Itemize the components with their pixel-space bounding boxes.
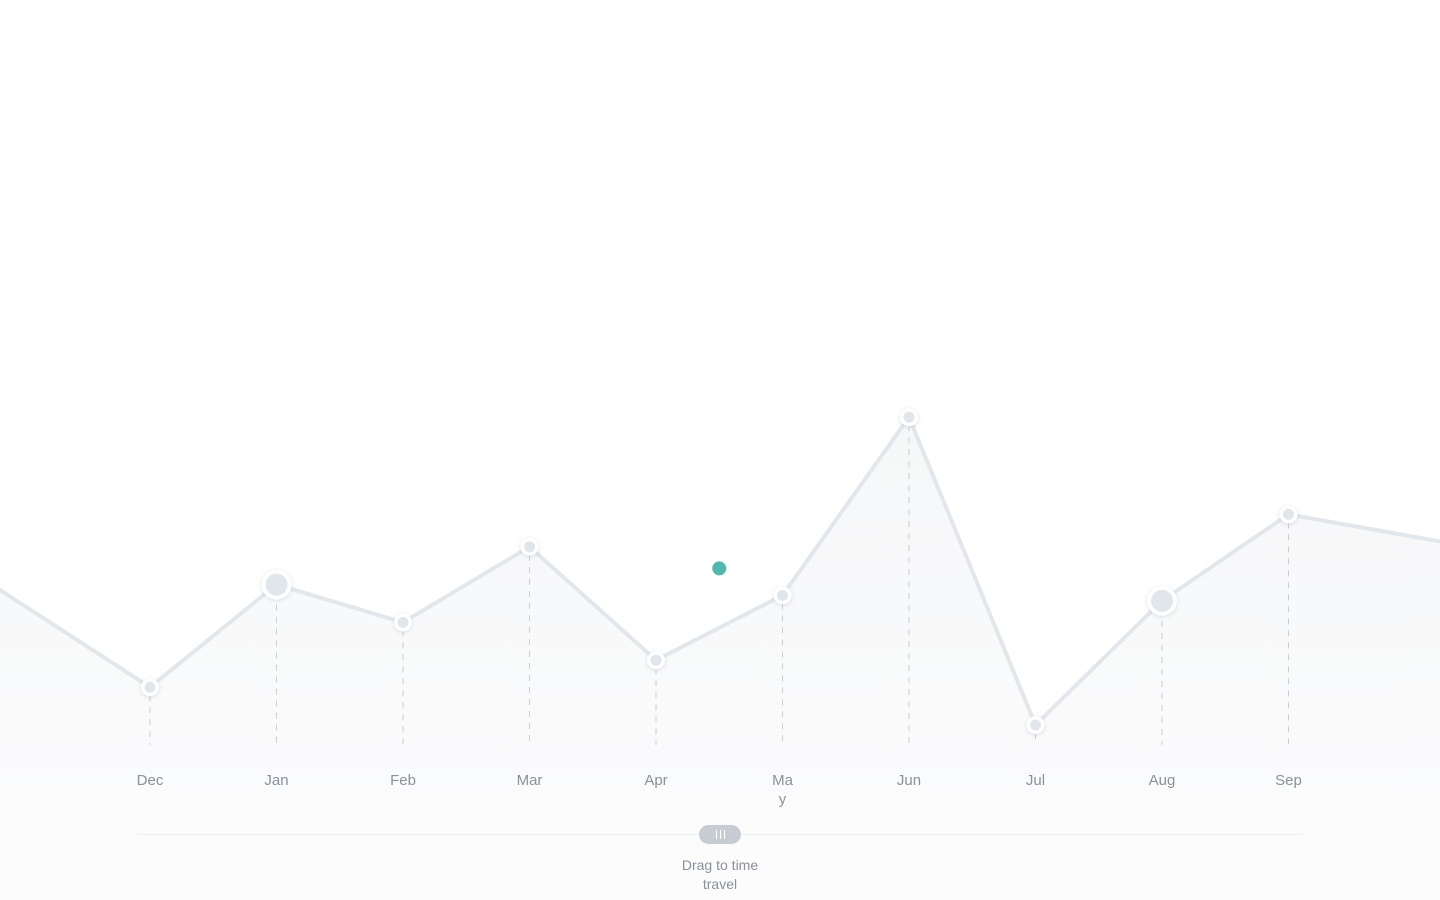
data-point-apr [647, 651, 665, 670]
scrubber-caption: Drag to time travel [681, 857, 759, 892]
x-tick-label-aug: Aug [1148, 772, 1176, 789]
data-point-jan [261, 569, 292, 600]
x-tick-label-apr: Apr [644, 772, 668, 789]
x-tick-label-jan: Jan [264, 772, 289, 789]
data-point-jun [900, 408, 918, 427]
data-point-mar [520, 537, 539, 556]
data-point-jul [1026, 716, 1045, 734]
x-tick-label-jun: Jun [896, 772, 922, 789]
data-point-feb [394, 613, 412, 632]
data-point-aug [1147, 585, 1177, 616]
data-point-may [773, 586, 792, 605]
x-tick-label-dec: Dec [136, 772, 164, 789]
data-point-dec [141, 678, 159, 697]
grip-lines-icon [714, 830, 726, 839]
chart-stage: Dec Jan Feb Mar Apr May Jun Jul Aug Sep Drag to t… [0, 0, 1440, 900]
x-tick-label-may: May [772, 772, 793, 808]
x-tick-label-jul: Jul [1025, 772, 1046, 789]
x-tick-label-feb: Feb [390, 772, 416, 789]
data-point-sep [1279, 505, 1298, 524]
x-tick-label-mar: Mar [516, 772, 543, 789]
time-cursor-point [712, 561, 727, 576]
area-chart [0, 408, 1440, 900]
x-tick-label-sep: Sep [1275, 772, 1302, 789]
time-scrubber-handle[interactable] [699, 825, 741, 844]
